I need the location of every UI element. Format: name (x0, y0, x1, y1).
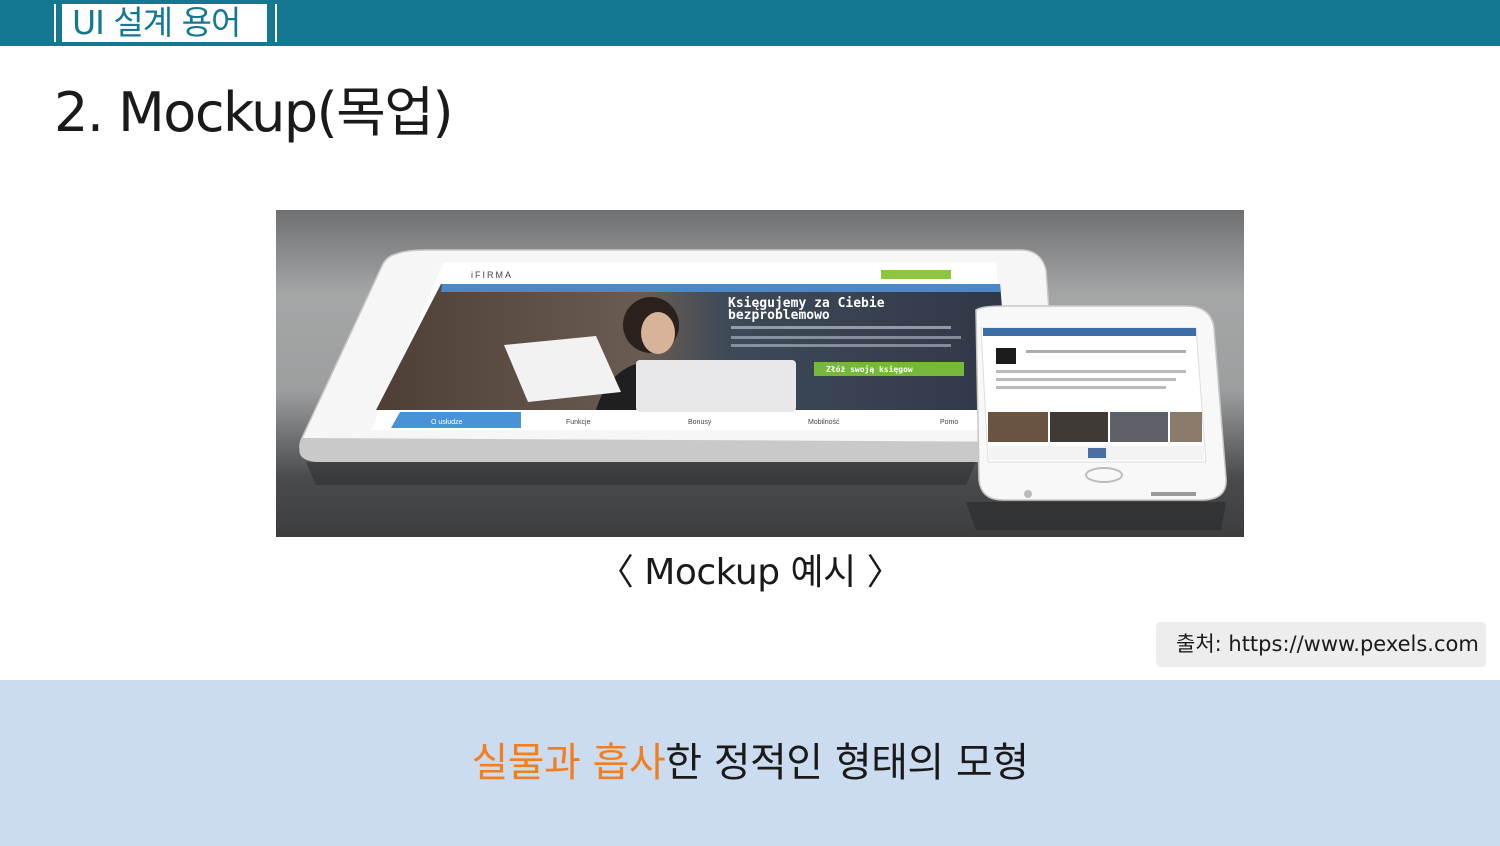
definition-highlight: 흡사 (592, 740, 666, 786)
header-divider-left (54, 4, 56, 42)
phone-text-line (1026, 350, 1186, 353)
mockup-photo: iFIRMA Księgujemy za Ciebie bezproblemow… (276, 210, 1244, 537)
phone-text-line (996, 386, 1166, 389)
laptop (636, 360, 796, 412)
phone-text-line (996, 378, 1176, 381)
tablet-headline-2: bezproblemowo (728, 308, 830, 323)
person-face (641, 312, 675, 354)
tablet-tab: O usłudze (431, 419, 463, 426)
phone-status-bar (983, 328, 1196, 336)
slide-title: 2. Mockup(목업) (54, 81, 454, 144)
phone-profile-pic (996, 348, 1016, 364)
tablet-tab: Bonusy (688, 419, 712, 426)
phone-speaker-grille (1151, 492, 1196, 496)
tablet-text-line (731, 344, 951, 347)
definition-rest: 한 정적인 형태의 모형 (665, 740, 1029, 786)
header-bar: UI 설계 용어 (0, 0, 1500, 46)
tablet-reflection (306, 462, 976, 485)
phone-reflection (966, 502, 1226, 530)
tablet-tab: Mobilność (808, 419, 840, 426)
definition-space (580, 740, 592, 786)
tablet-cta-label: Złóż swoją księgow (826, 364, 913, 374)
phone-camera-tab-icon (1088, 448, 1106, 458)
header-divider-right (275, 4, 277, 42)
source-credit: 출처: https://www.pexels.com (1156, 622, 1486, 667)
definition-text: 실물과 흡사한 정적인 형태의 모형 (0, 736, 1500, 790)
tablet-tab: Funkcje (566, 419, 591, 426)
tablet-nav-strip (441, 284, 1001, 292)
tablet-text-line (731, 326, 951, 329)
image-caption: 〈 Mockup 예시 〉 (597, 552, 903, 593)
tablet-edge (299, 438, 1060, 462)
definition-highlight: 실물과 (471, 740, 581, 786)
tablet-top-button (881, 270, 951, 279)
section-tag: UI 설계 용어 (62, 4, 267, 42)
tablet-phone-illustration: iFIRMA Księgujemy za Ciebie bezproblemow… (299, 249, 1227, 530)
tablet-logo: iFIRMA (471, 270, 513, 280)
tablet-tab: Pomo (940, 419, 958, 426)
tablet-text-line (731, 336, 961, 339)
phone-mic-icon (1024, 490, 1032, 498)
phone-text-line (996, 370, 1186, 373)
